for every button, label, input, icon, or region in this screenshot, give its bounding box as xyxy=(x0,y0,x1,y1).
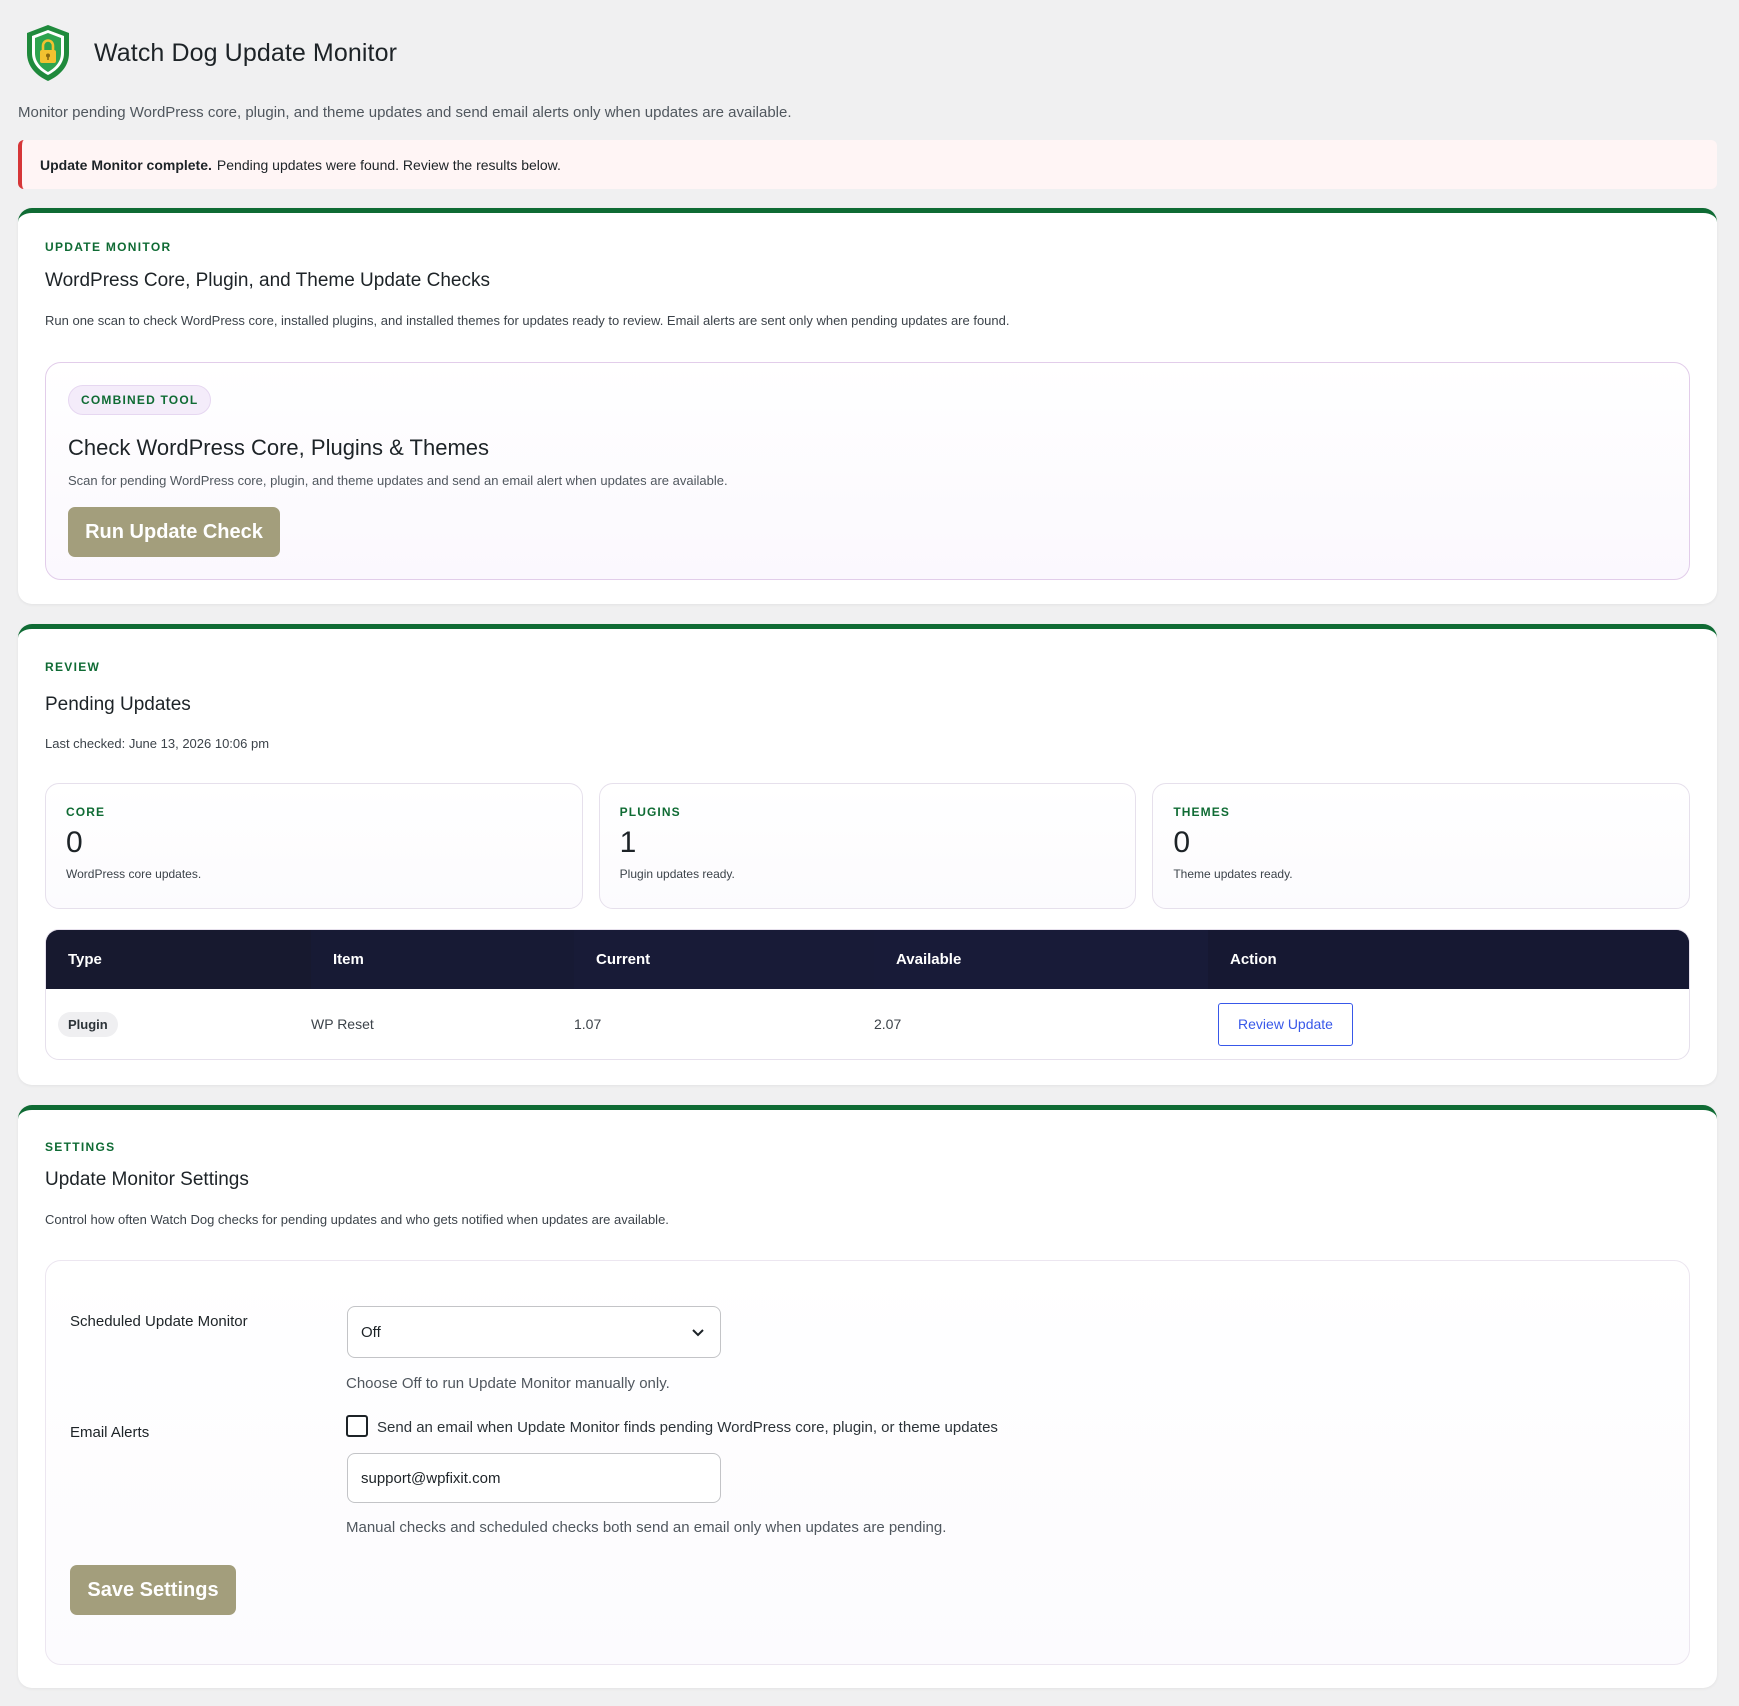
email-address-value: support@wpfixit.com xyxy=(361,1469,501,1487)
settings-title: Update Monitor Settings xyxy=(45,1169,249,1190)
combined-tool-panel: COMBINED TOOL Check WordPress Core, Plug… xyxy=(45,362,1690,580)
email-alerts-label: Email Alerts xyxy=(70,1424,150,1441)
cell-current: 1.07 xyxy=(574,1016,602,1032)
stat-core: CORE 0 WordPress core updates. xyxy=(45,783,583,909)
email-help: Manual checks and scheduled checks both … xyxy=(346,1519,947,1536)
cell-type: Plugin xyxy=(46,989,311,1059)
stat-caption: Theme updates ready. xyxy=(1173,867,1293,881)
combined-tool-description: Scan for pending WordPress core, plugin,… xyxy=(68,473,728,488)
stat-plugins: PLUGINS 1 Plugin updates ready. xyxy=(598,783,1137,909)
status-notice: Update Monitor complete. Pending updates… xyxy=(18,140,1717,189)
app-description: Monitor pending WordPress core, plugin, … xyxy=(18,104,792,121)
last-checked: Last checked: June 13, 2026 10:06 pm xyxy=(45,736,270,751)
type-badge: Plugin xyxy=(58,1011,118,1037)
app-header: Watch Dog Update Monitor xyxy=(18,0,1717,106)
stat-value: 1 xyxy=(619,826,637,859)
cell-available: 2.07 xyxy=(874,1016,902,1032)
save-settings-button[interactable]: Save Settings xyxy=(70,1565,236,1615)
table-header-row: Type Item Current Available Action xyxy=(46,930,1689,989)
stat-value: 0 xyxy=(1173,826,1191,859)
schedule-select[interactable]: Off xyxy=(347,1306,721,1358)
stat-label: THEMES xyxy=(1173,805,1230,819)
stat-label: PLUGINS xyxy=(619,805,681,819)
app-title: Watch Dog Update Monitor xyxy=(94,38,397,67)
stats-row: CORE 0 WordPress core updates. PLUGINS 1… xyxy=(45,783,1691,909)
page: Watch Dog Update Monitor Monitor pending… xyxy=(18,0,1717,1688)
schedule-label: Scheduled Update Monitor xyxy=(70,1313,248,1330)
update-monitor-eyebrow: UPDATE MONITOR xyxy=(45,240,172,254)
review-eyebrow: REVIEW xyxy=(45,660,101,674)
cell-action: Review Update xyxy=(1208,989,1689,1059)
run-update-check-button[interactable]: Run Update Check xyxy=(68,507,280,557)
update-monitor-title: WordPress Core, Plugin, and Theme Update… xyxy=(45,270,490,291)
update-monitor-card: UPDATE MONITOR WordPress Core, Plugin, a… xyxy=(18,208,1717,604)
shield-lock-icon xyxy=(27,25,69,81)
settings-eyebrow: SETTINGS xyxy=(45,1140,116,1154)
email-alerts-checkbox-label[interactable]: Send an email when Update Monitor finds … xyxy=(377,1419,998,1436)
column-header-current: Current xyxy=(574,930,874,989)
email-address-field[interactable]: support@wpfixit.com xyxy=(347,1453,721,1503)
column-header-action: Action xyxy=(1208,930,1689,989)
settings-description: Control how often Watch Dog checks for p… xyxy=(45,1212,669,1227)
column-header-available: Available xyxy=(874,930,1208,989)
stat-caption: Plugin updates ready. xyxy=(619,867,735,881)
column-header-item: Item xyxy=(311,930,574,989)
notice-title: Update Monitor complete. xyxy=(40,156,212,173)
cell-item: WP Reset xyxy=(311,1016,374,1032)
stat-label: CORE xyxy=(66,805,106,819)
schedule-select-value: Off xyxy=(361,1323,381,1341)
review-title: Pending Updates xyxy=(45,694,191,715)
pending-updates-table: Type Item Current Available Action Plugi… xyxy=(45,929,1690,1060)
combined-tool-pill: COMBINED TOOL xyxy=(68,385,212,415)
stat-caption: WordPress core updates. xyxy=(66,867,202,881)
chevron-down-icon xyxy=(692,1329,704,1337)
review-card: REVIEW Pending Updates Last checked: Jun… xyxy=(18,624,1717,1085)
update-monitor-description: Run one scan to check WordPress core, in… xyxy=(45,313,1010,328)
schedule-help: Choose Off to run Update Monitor manuall… xyxy=(346,1375,670,1392)
settings-card: SETTINGS Update Monitor Settings Control… xyxy=(18,1105,1717,1688)
notice-text: Pending updates were found. Review the r… xyxy=(216,156,561,173)
table-row: Plugin WP Reset 1.07 2.07 Review Update xyxy=(46,989,1689,1059)
column-header-type: Type xyxy=(46,930,311,989)
review-update-button[interactable]: Review Update xyxy=(1218,1002,1353,1046)
stat-value: 0 xyxy=(66,826,83,859)
combined-tool-title: Check WordPress Core, Plugins & Themes xyxy=(68,435,490,460)
email-alerts-checkbox[interactable] xyxy=(346,1415,368,1437)
stat-themes: THEMES 0 Theme updates ready. xyxy=(1152,783,1691,909)
settings-form: Scheduled Update Monitor Off Choose Off … xyxy=(45,1260,1690,1665)
